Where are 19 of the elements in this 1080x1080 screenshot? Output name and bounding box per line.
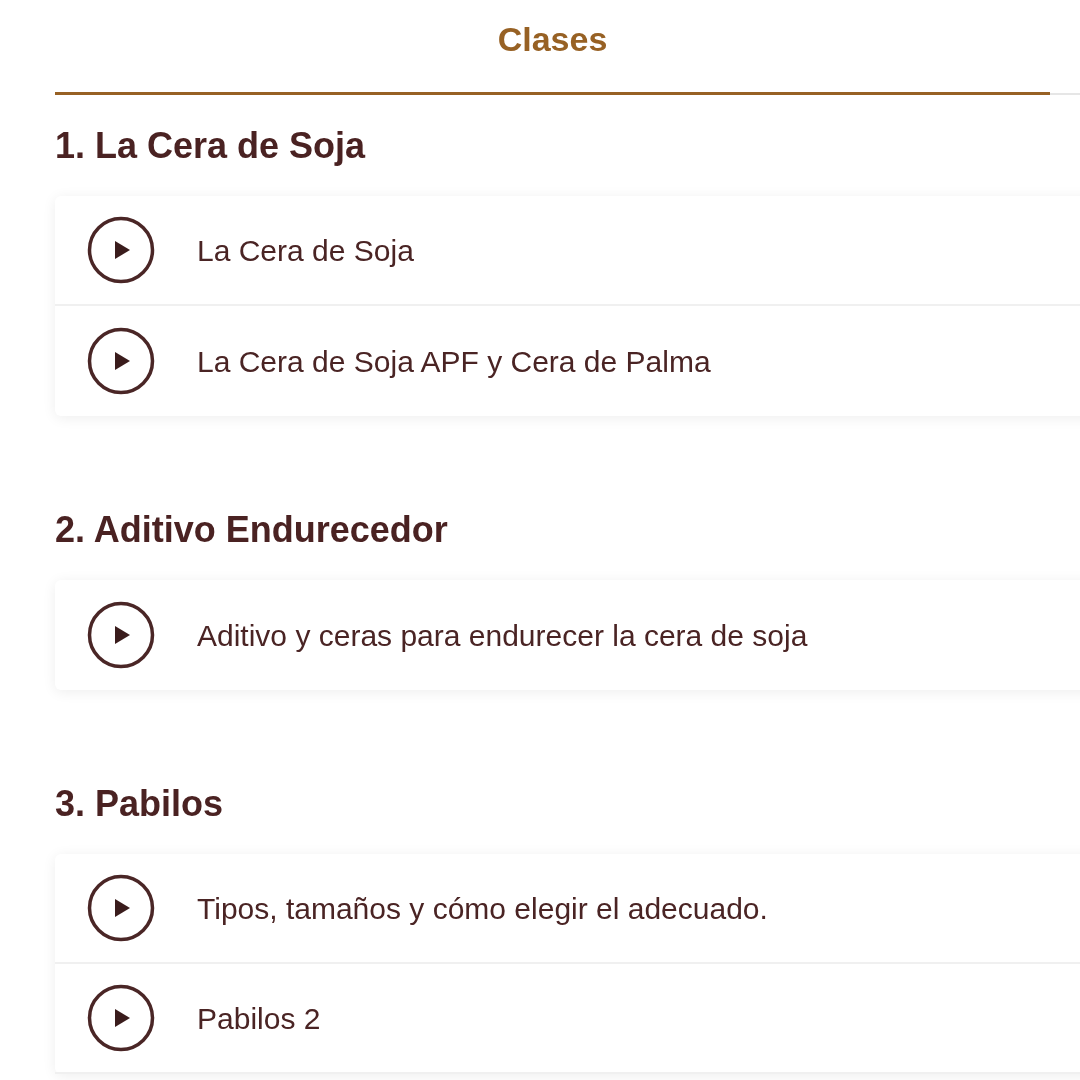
lesson-item[interactable]: Tipos, tamaños y cómo elegir el adecuado. (55, 854, 1080, 964)
play-icon (87, 216, 155, 284)
lesson-title: Pabilos 2 (197, 1000, 321, 1037)
play-icon (87, 601, 155, 669)
lesson-title: La Cera de Soja APF y Cera de Palma (197, 343, 711, 380)
lesson-item[interactable]: Aditivo y ceras para endurecer la cera de soja (55, 580, 1080, 690)
tab[interactable]: Clases (55, 0, 1050, 95)
lesson-item[interactable]: La Cera de Soja APF y Cera de Palma (55, 306, 1080, 416)
lesson-title: Aditivo y ceras para endurecer la cera de soja (197, 617, 808, 654)
play-icon (87, 984, 155, 1052)
lesson-item[interactable]: La Cera de Soja (55, 196, 1080, 306)
lesson-item[interactable]: Pabilos 2 (55, 964, 1080, 1074)
section-heading: 3. Pabilos (55, 782, 224, 826)
lesson-title: Tipos, tamaños y cómo elegir el adecuado. (197, 890, 768, 927)
lesson-title: La Cera de Soja (197, 232, 414, 269)
section-heading: 1. La Cera de Soja (55, 124, 366, 168)
play-icon (87, 327, 155, 395)
section-heading: 2. Aditivo Endurecedor (55, 508, 448, 552)
play-icon (87, 874, 155, 942)
